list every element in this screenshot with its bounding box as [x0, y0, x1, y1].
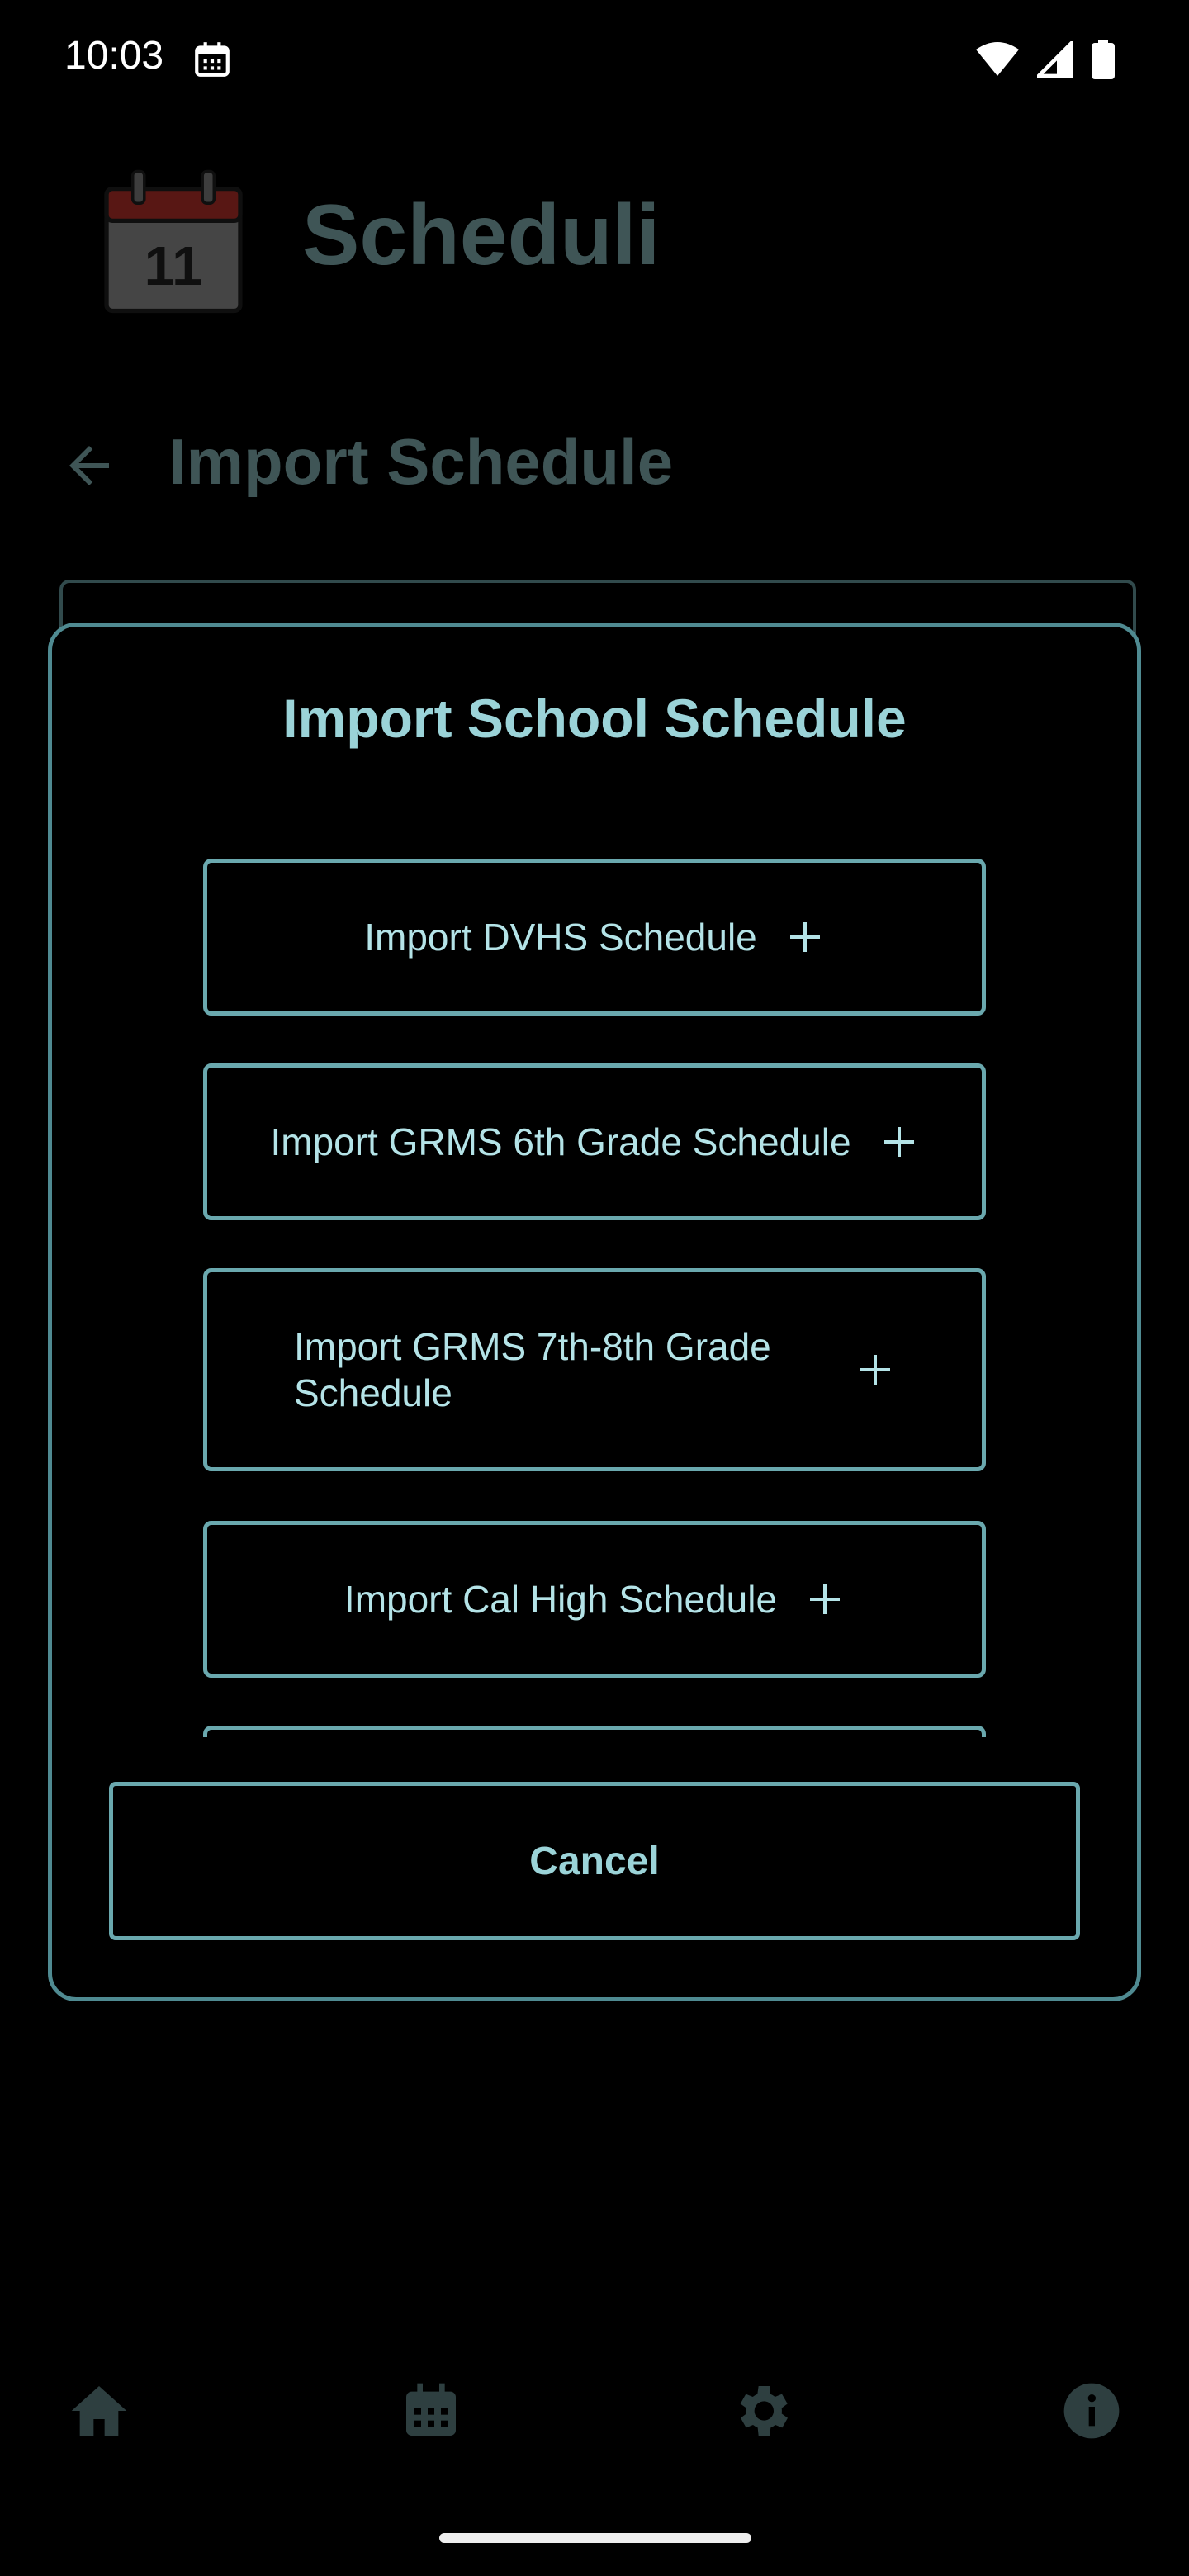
option-label: Import DVHS Schedule [364, 916, 757, 959]
calendar-nav-icon[interactable] [398, 2378, 464, 2444]
info-icon[interactable] [1059, 2378, 1125, 2444]
import-cal-high-button[interactable]: Import Cal High Schedule [203, 1521, 986, 1678]
plus-icon [810, 1584, 841, 1614]
dialog-title: Import School Schedule [282, 688, 907, 749]
back-arrow-icon[interactable] [59, 436, 119, 495]
import-dvhs-button[interactable]: Import DVHS Schedule [203, 859, 986, 1016]
plus-icon [883, 1127, 914, 1157]
app-title: Scheduli [302, 187, 661, 283]
home-icon[interactable] [66, 2378, 132, 2444]
signal-icon [1037, 41, 1073, 78]
import-grms-7th-8th-button[interactable]: Import GRMS 7th-8th Grade Schedule [203, 1268, 986, 1471]
plus-icon [789, 922, 820, 952]
option-label: Import GRMS 7th-8th Grade Schedule [294, 1325, 771, 1414]
app-icon-day: 11 [144, 235, 203, 297]
plus-icon [860, 1355, 890, 1385]
calendar-icon [195, 42, 230, 77]
battery-icon [1092, 40, 1115, 79]
cancel-button[interactable]: Cancel [109, 1782, 1080, 1940]
screen: 10:03 11 Scheduli Import Schedule Import… [0, 0, 1189, 2576]
status-time: 10:03 [64, 34, 164, 78]
option-label: Import Cal High Schedule [343, 1578, 778, 1621]
partially-visible-option[interactable] [203, 1726, 986, 1737]
app-logo-icon: 11 [104, 169, 243, 314]
status-icons [976, 40, 1115, 79]
import-grms-6th-button[interactable]: Import GRMS 6th Grade Schedule [203, 1063, 986, 1220]
home-indicator[interactable] [439, 2533, 751, 2543]
settings-icon[interactable] [728, 2378, 794, 2444]
wifi-icon [976, 42, 1019, 76]
page-title: Import Schedule [168, 425, 674, 498]
option-label: Import GRMS 6th Grade Schedule [270, 1120, 851, 1163]
